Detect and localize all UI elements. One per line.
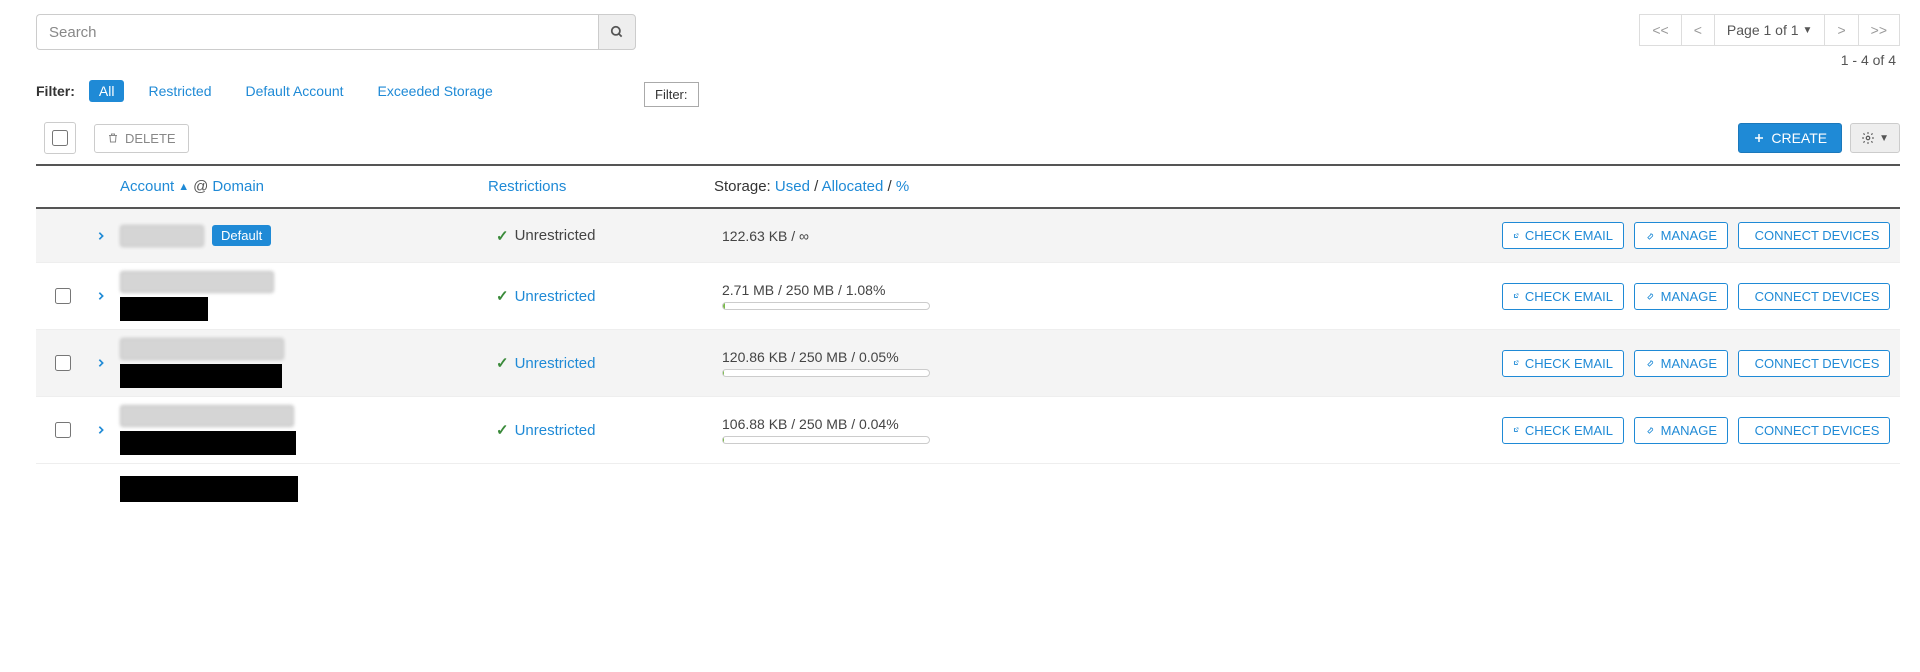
account-name-redacted [120,364,282,388]
expand-toggle[interactable] [82,357,120,369]
account-name-redacted [120,431,296,455]
table-row: Default ✓ Unrestricted 122.63 KB / ∞ CHE… [36,209,1900,263]
header-account-sort[interactable]: Account ▲ @ Domain [120,178,488,195]
caret-down-icon: ▼ [1879,133,1889,144]
check-email-button[interactable]: CHECK EMAIL [1502,222,1624,249]
storage-text: 120.86 KB / 250 MB / 0.05% [722,349,1502,365]
storage-text: 106.88 KB / 250 MB / 0.04% [722,416,1502,432]
search-icon [610,25,624,39]
pager-page-dropdown[interactable]: Page 1 of 1▼ [1715,14,1826,46]
account-name-redacted [120,225,204,247]
storage-text: 122.63 KB / ∞ [722,228,1502,244]
header-storage-allocated[interactable]: Allocated [822,178,884,195]
delete-button[interactable]: DELETE [94,124,189,153]
restriction-cell[interactable]: ✓ Unrestricted [496,354,722,372]
restriction-cell[interactable]: ✓ Unrestricted [496,287,722,305]
expand-toggle[interactable] [82,230,120,242]
external-link-icon [1513,357,1519,369]
sort-asc-icon: ▲ [178,181,189,193]
header-storage-used[interactable]: Used [775,178,810,195]
settings-dropdown[interactable]: ▼ [1850,123,1900,153]
check-icon: ✓ [496,287,509,305]
results-count: 1 - 4 of 4 [1841,52,1900,68]
manage-button[interactable]: MANAGE [1634,350,1728,377]
connect-devices-button[interactable]: CONNECT DEVICES [1738,222,1890,249]
row-checkbox[interactable] [55,288,71,304]
filter-default-account[interactable]: Default Account [235,80,353,102]
expand-toggle[interactable] [82,290,120,302]
storage-bar [722,436,930,444]
plus-icon [1753,132,1765,144]
redacted-block [120,476,298,502]
filter-tooltip: Filter: [644,82,699,107]
table-row: ✓ Unrestricted 106.88 KB / 250 MB / 0.04… [36,397,1900,464]
storage-bar [722,369,930,377]
chevron-right-icon [96,357,106,369]
wrench-icon [1645,290,1655,302]
filter-all[interactable]: All [89,80,125,102]
create-button[interactable]: CREATE [1738,123,1842,153]
check-icon: ✓ [496,227,509,245]
select-all-wrap [44,122,76,154]
account-name-redacted [120,297,208,321]
row-checkbox[interactable] [55,422,71,438]
external-link-icon [1513,230,1519,242]
account-name-redacted [120,338,284,360]
gear-icon [1861,131,1875,145]
pager-last-button[interactable]: >> [1859,14,1900,46]
expand-toggle[interactable] [82,424,120,436]
filter-row: Filter: All Restricted Default Account E… [36,80,1900,102]
pager-next-button[interactable]: > [1825,14,1858,46]
connect-devices-button[interactable]: CONNECT DEVICES [1738,283,1890,310]
default-badge: Default [212,225,271,246]
header-restrictions[interactable]: Restrictions [488,178,714,195]
restriction-cell: ✓ Unrestricted [496,227,722,245]
check-icon: ✓ [496,421,509,439]
chevron-right-icon [96,290,106,302]
table-row: ✓ Unrestricted 120.86 KB / 250 MB / 0.05… [36,330,1900,397]
search-input[interactable] [36,14,598,50]
search-button[interactable] [598,14,636,50]
manage-button[interactable]: MANAGE [1634,222,1728,249]
storage-text: 2.71 MB / 250 MB / 1.08% [722,282,1502,298]
restriction-cell[interactable]: ✓ Unrestricted [496,421,722,439]
wrench-icon [1645,424,1655,436]
filter-label: Filter: [36,83,75,99]
wrench-icon [1645,230,1655,242]
storage-bar [722,302,930,310]
search-bar [36,14,636,50]
table-header: Account ▲ @ Domain Restrictions Storage:… [36,166,1900,209]
header-storage: Storage: Used / Allocated / % [714,178,1900,195]
trash-icon [107,132,119,144]
row-checkbox[interactable] [55,355,71,371]
account-name-redacted [120,405,294,427]
wrench-icon [1645,357,1655,369]
chevron-right-icon [96,230,106,242]
manage-button[interactable]: MANAGE [1634,283,1728,310]
check-email-button[interactable]: CHECK EMAIL [1502,417,1624,444]
check-email-button[interactable]: CHECK EMAIL [1502,350,1624,377]
header-storage-percent[interactable]: % [896,178,909,195]
connect-devices-button[interactable]: CONNECT DEVICES [1738,350,1890,377]
chevron-right-icon [96,424,106,436]
pager-prev-button[interactable]: < [1682,14,1715,46]
check-email-button[interactable]: CHECK EMAIL [1502,283,1624,310]
check-icon: ✓ [496,354,509,372]
table-row: ✓ Unrestricted 2.71 MB / 250 MB / 1.08% … [36,263,1900,330]
pager-first-button[interactable]: << [1639,14,1681,46]
pagination: << < Page 1 of 1▼ > >> [1639,14,1900,46]
account-name-redacted [120,271,274,293]
filter-exceeded-storage[interactable]: Exceeded Storage [368,80,503,102]
manage-button[interactable]: MANAGE [1634,417,1728,444]
filter-restricted[interactable]: Restricted [138,80,221,102]
connect-devices-button[interactable]: CONNECT DEVICES [1738,417,1890,444]
external-link-icon [1513,424,1519,436]
external-link-icon [1513,290,1519,302]
select-all-checkbox[interactable] [52,130,68,146]
